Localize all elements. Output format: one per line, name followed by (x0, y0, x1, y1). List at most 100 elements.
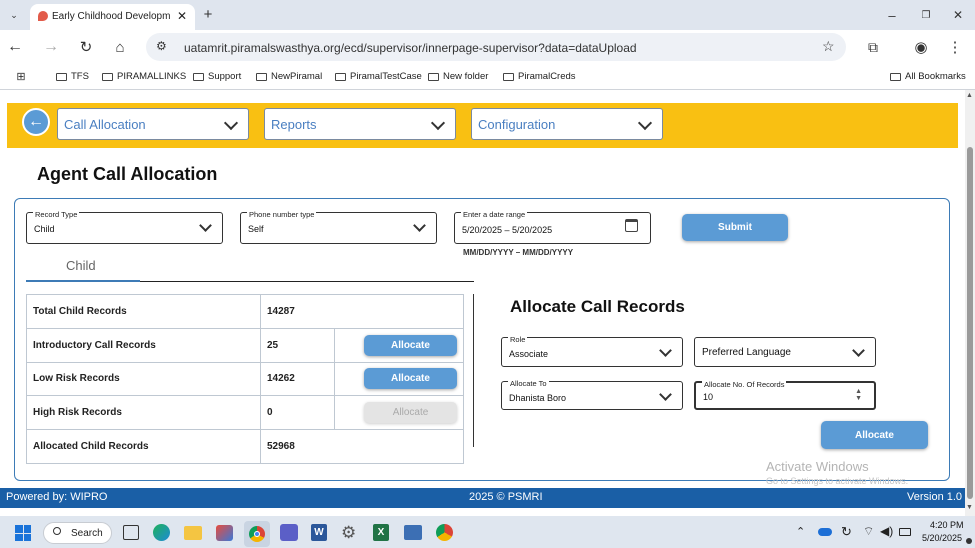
bookmark-piramallinks[interactable]: PIRAMALLINKS (102, 71, 186, 82)
folder-icon (256, 72, 267, 81)
records-table: Total Child Records 14287 Introductory C… (26, 294, 464, 464)
calendar-icon[interactable] (625, 219, 638, 232)
bookmark-new-folder[interactable]: New folder (428, 71, 488, 82)
clock-time[interactable]: 4:20 PM (930, 520, 964, 530)
row-label: High Risk Records (26, 395, 261, 431)
all-bookmarks[interactable]: All Bookmarks (890, 71, 966, 82)
remote-desktop-icon[interactable] (404, 525, 422, 540)
notification-icon[interactable] (966, 538, 972, 544)
settings-icon[interactable]: ⚙ (341, 523, 356, 543)
preferred-language-select[interactable]: Preferred Language (694, 337, 876, 367)
clock-date[interactable]: 5/20/2025 (922, 533, 962, 543)
browser-tab-bar: ⌄ Early Childhood Developme ✕ + – ❐ ✕ (0, 0, 975, 30)
word-icon[interactable]: W (311, 524, 327, 541)
number-stepper-icon[interactable]: ▲ ▼ (855, 388, 862, 402)
reports-menu[interactable]: Reports (264, 108, 456, 140)
back-arrow-icon[interactable]: ← (6, 38, 24, 56)
chrome-icon[interactable] (244, 521, 270, 547)
submit-button[interactable]: Submit (682, 214, 788, 241)
phone-type-value: Self (248, 224, 264, 234)
folder-icon (890, 72, 901, 81)
table-row: Total Child Records 14287 (26, 294, 464, 329)
minimize-icon[interactable]: – (884, 7, 900, 23)
allocate-to-select[interactable]: Allocate To Dhanista Boro (501, 379, 683, 410)
new-tab-icon[interactable]: + (200, 6, 216, 23)
home-icon[interactable]: ⌂ (111, 38, 129, 56)
scroll-down-icon[interactable]: ▼ (966, 504, 973, 511)
bookmark-newpiramal[interactable]: NewPiramal (256, 71, 322, 82)
date-range-field[interactable]: Enter a date range 5/20/2025 – 5/20/2025 (454, 210, 651, 244)
role-select[interactable]: Role Associate (501, 335, 683, 367)
app-icon[interactable] (216, 525, 233, 541)
tab-active-underline (26, 280, 140, 282)
row-value: 25 (260, 327, 335, 363)
file-explorer-icon[interactable] (184, 526, 202, 540)
extensions-icon[interactable]: ⧉ (864, 38, 882, 56)
bookmark-tfs[interactable]: TFS (56, 71, 89, 82)
chrome-icon-2[interactable] (436, 524, 453, 541)
bookmark-piramaltestcase[interactable]: PiramalTestCase (335, 71, 422, 82)
tab-title: Early Childhood Developme (52, 11, 170, 22)
apps-grid-icon[interactable]: ⊞ (15, 70, 27, 83)
footer-bar: Powered by: WIPRO 2025 © PSMRI Version 1… (0, 488, 965, 508)
close-window-icon[interactable]: ✕ (950, 7, 966, 23)
chevron-down-icon (223, 115, 239, 131)
bookmark-piramalcreds[interactable]: PiramalCreds (503, 71, 576, 82)
edge-icon[interactable] (153, 524, 170, 541)
scroll-thumb[interactable] (967, 147, 973, 499)
nav-band: ← Call Allocation Reports Configuration (7, 103, 958, 148)
tray-chevron-icon[interactable]: ⌃ (796, 525, 805, 538)
configuration-menu[interactable]: Configuration (471, 108, 663, 140)
battery-icon[interactable] (899, 528, 911, 536)
allocate-number-input[interactable]: Allocate No. Of Records 10 ▲ ▼ (694, 380, 876, 410)
tab-close-icon[interactable]: ✕ (177, 9, 187, 23)
page-scrollbar[interactable]: ▲ ▼ (965, 90, 975, 516)
record-type-select[interactable]: Record Type Child (26, 210, 223, 244)
restore-icon[interactable]: ❐ (918, 7, 934, 23)
site-settings-icon[interactable]: ⚙ (156, 39, 167, 53)
page-title: Agent Call Allocation (37, 164, 218, 184)
allocate-button[interactable]: Allocate (821, 421, 928, 449)
allocate-low-risk-button[interactable]: Allocate (364, 368, 457, 390)
more-menu-icon[interactable]: ⋮ (948, 38, 963, 56)
footer-powered: Powered by: WIPRO (6, 491, 108, 503)
call-allocation-menu[interactable]: Call Allocation (57, 108, 249, 140)
folder-icon (56, 72, 67, 81)
back-button[interactable]: ← (22, 108, 50, 136)
taskview-icon[interactable] (123, 525, 139, 540)
reload-icon[interactable]: ↻ (77, 38, 95, 56)
tab-divider (140, 281, 474, 282)
allocate-to-label: Allocate To (508, 379, 549, 388)
taskbar-search-label: Search (71, 528, 103, 539)
date-format-hint: MM/DD/YYYY – MM/DD/YYYY (463, 248, 574, 257)
profile-icon[interactable]: ◉ (912, 38, 930, 56)
phone-type-label: Phone number type (247, 210, 317, 219)
url-text: uatamrit.piramalswasthya.org/ecd/supervi… (184, 41, 637, 55)
allocate-title: Allocate Call Records (510, 297, 685, 316)
volume-icon[interactable]: ◀) (880, 524, 893, 538)
folder-icon (428, 72, 439, 81)
sync-icon[interactable]: ↻ (841, 524, 852, 540)
bookmark-support[interactable]: Support (193, 71, 241, 82)
scroll-up-icon[interactable]: ▲ (966, 92, 973, 99)
forward-arrow-icon[interactable]: → (42, 38, 60, 56)
bookmark-star-icon[interactable]: ☆ (822, 38, 835, 55)
folder-icon (102, 72, 113, 81)
onedrive-icon[interactable] (818, 528, 832, 536)
allocate-intro-button[interactable]: Allocate (364, 334, 457, 356)
excel-icon[interactable]: X (373, 524, 389, 541)
wifi-icon[interactable]: ⌔ (863, 524, 874, 539)
taskbar-search[interactable]: Search (43, 522, 112, 544)
phone-type-select[interactable]: Phone number type Self (240, 210, 437, 244)
role-value: Associate (509, 349, 549, 359)
tab-search-icon[interactable]: ⌄ (6, 7, 22, 23)
address-bar[interactable]: ⚙ uatamrit.piramalswasthya.org/ecd/super… (146, 33, 846, 61)
teams-icon[interactable] (280, 524, 298, 541)
windows-start-icon[interactable] (15, 525, 31, 541)
row-label: Introductory Call Records (26, 327, 261, 363)
allocate-high-risk-button[interactable]: Allocate (364, 402, 457, 424)
windows-taskbar: Search W ⚙ X ⌃ ↻ ⌔ ◀) 4:20 PM 5/20/2025 (0, 516, 975, 548)
browser-tab[interactable]: Early Childhood Developme ✕ (30, 4, 195, 30)
role-label: Role (508, 335, 528, 344)
tab-child[interactable]: Child (66, 258, 96, 273)
